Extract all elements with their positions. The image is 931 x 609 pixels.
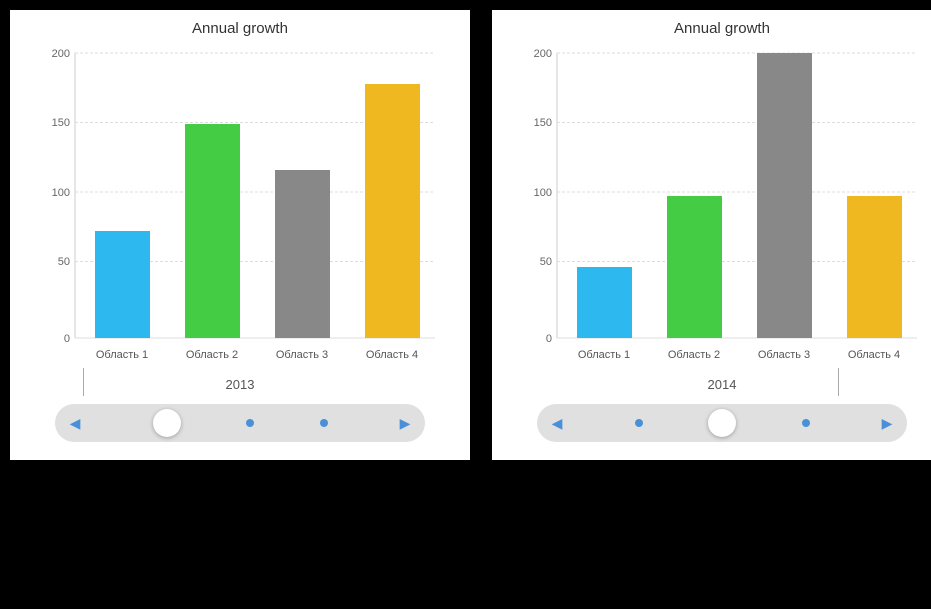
chart1-area: 200 150 100 50 0	[35, 43, 445, 373]
svg-text:50: 50	[58, 256, 70, 268]
svg-text:Область 1: Область 1	[96, 349, 148, 361]
bar-1-1	[95, 231, 150, 338]
slider2-dot2	[802, 419, 810, 427]
bar-1-4	[365, 84, 420, 338]
slider-1[interactable]: ◀ ▶	[55, 404, 425, 442]
chart1-title: Annual growth	[192, 20, 288, 37]
chart1-year: 2013	[226, 377, 255, 392]
svg-text:100: 100	[534, 187, 552, 199]
svg-text:150: 150	[534, 117, 552, 129]
bar-2-1	[577, 267, 632, 338]
svg-text:Область 2: Область 2	[668, 349, 720, 361]
slider2-dot1	[635, 419, 643, 427]
svg-text:200: 200	[534, 48, 552, 60]
svg-text:100: 100	[52, 187, 70, 199]
slider1-dot1	[246, 419, 254, 427]
svg-text:Область 1: Область 1	[578, 349, 630, 361]
chart-panel-2: Annual growth 200 150 100 50 0	[492, 10, 931, 460]
slider2-left-arrow[interactable]: ◀	[545, 411, 569, 435]
annotation-line-1	[83, 368, 84, 396]
svg-text:Область 4: Область 4	[848, 349, 900, 361]
slider2-right-arrow[interactable]: ▶	[875, 411, 899, 435]
chart2-svg: 200 150 100 50 0 Область 1 Область 2 Обл…	[517, 43, 927, 373]
slider-2[interactable]: ◀ ▶	[537, 404, 907, 442]
slider1-thumb[interactable]	[153, 409, 181, 437]
svg-text:0: 0	[64, 333, 70, 345]
svg-text:200: 200	[52, 48, 70, 60]
svg-text:150: 150	[52, 117, 70, 129]
slider1-left-arrow[interactable]: ◀	[63, 411, 87, 435]
svg-text:Область 3: Область 3	[276, 349, 328, 361]
svg-text:0: 0	[546, 333, 552, 345]
bar-1-2	[185, 124, 240, 338]
bar-1-3	[275, 170, 330, 338]
chart-panel-1: Annual growth 200 150 100 50 0	[10, 10, 470, 460]
svg-text:50: 50	[540, 256, 552, 268]
chart1-svg: 200 150 100 50 0	[35, 43, 445, 373]
chart2-year: 2014	[708, 377, 737, 392]
svg-text:Область 3: Область 3	[758, 349, 810, 361]
slider1-dot2	[320, 419, 328, 427]
slider1-right-arrow[interactable]: ▶	[393, 411, 417, 435]
bar-2-3	[757, 53, 812, 338]
bar-2-4	[847, 196, 902, 338]
annotation-line-2	[838, 368, 839, 396]
chart2-title: Annual growth	[674, 20, 770, 37]
svg-text:Область 4: Область 4	[366, 349, 418, 361]
slider2-thumb[interactable]	[708, 409, 736, 437]
chart2-area: 200 150 100 50 0 Область 1 Область 2 Обл…	[517, 43, 927, 373]
svg-text:Область 2: Область 2	[186, 349, 238, 361]
bar-2-2	[667, 196, 722, 338]
